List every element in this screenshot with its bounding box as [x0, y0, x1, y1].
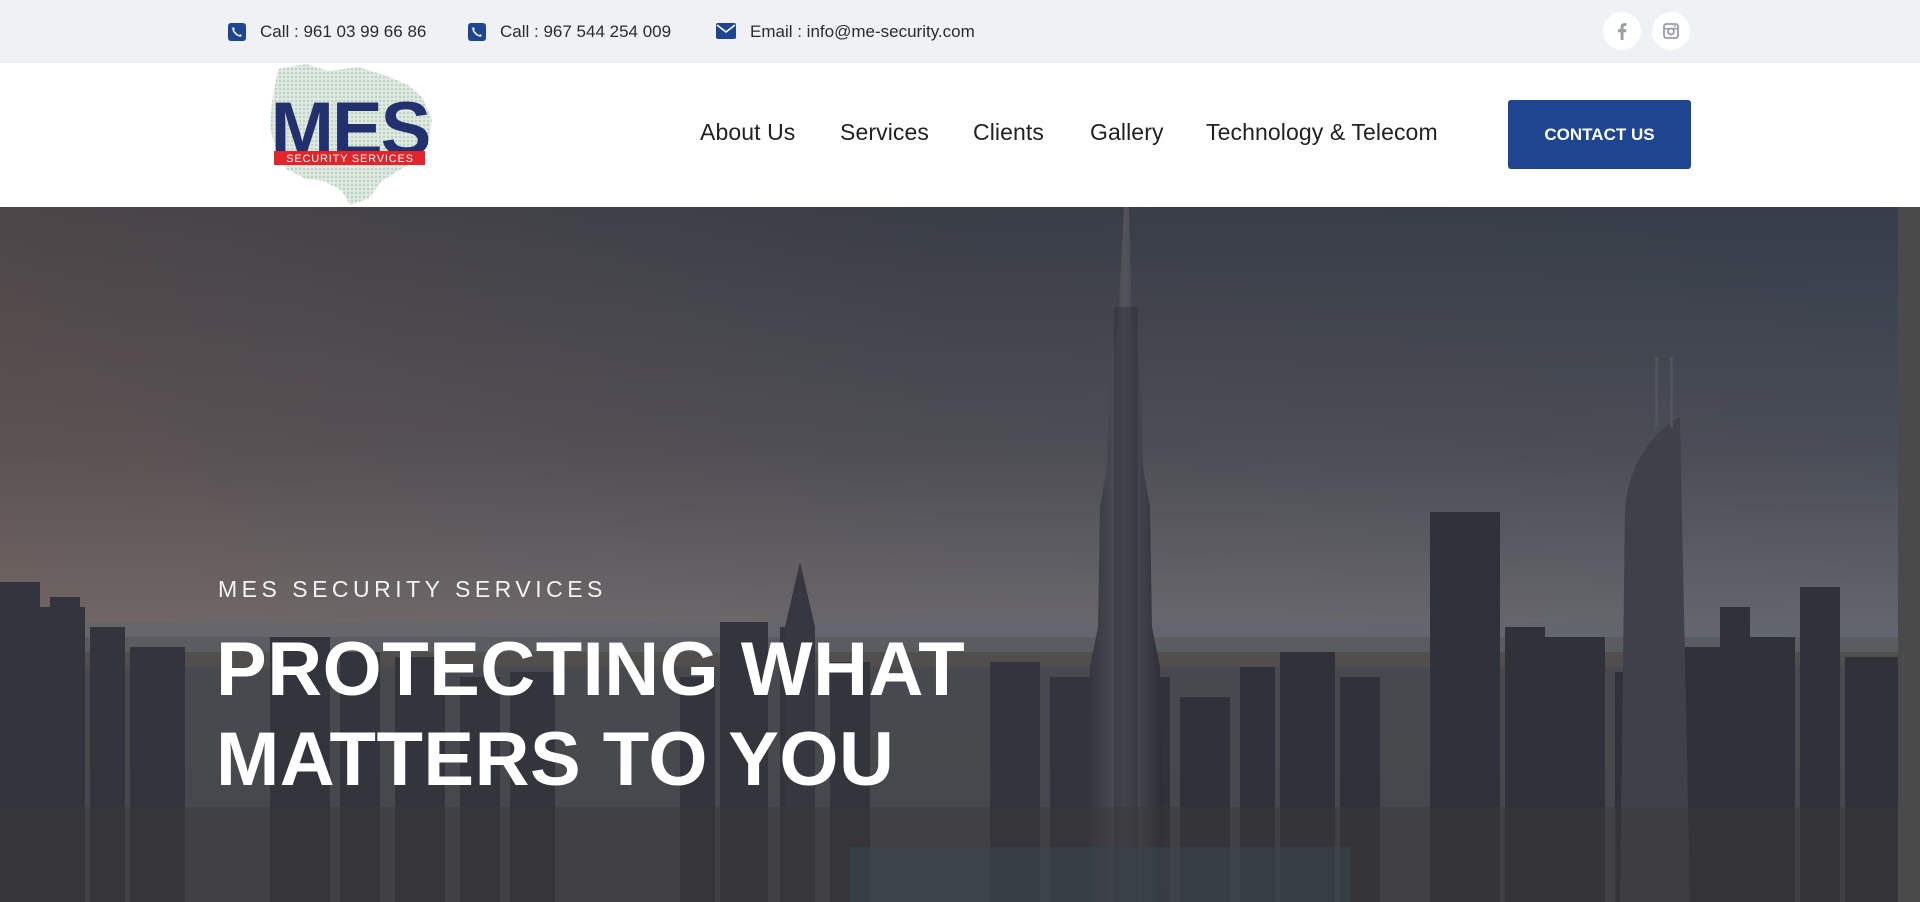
hero-headline-line-1: PROTECTING WHAT: [216, 627, 966, 712]
phone-icon: [228, 22, 246, 41]
phone-icon: [468, 22, 486, 41]
hero-eyebrow: MES SECURITY SERVICES: [218, 576, 607, 602]
phone-number-1: Call : 961 03 99 66 86: [260, 21, 427, 41]
phone-number-2: Call : 967 544 254 009: [500, 21, 672, 41]
hero-banner: MES SECURITY SERVICES PROTECTING WHAT MA…: [0, 207, 1898, 902]
envelope-icon: [716, 22, 736, 41]
hero-side-strip: [1898, 207, 1920, 902]
logo-tagline: SECURITY SERVICES: [286, 153, 414, 165]
nav-technology-telecom[interactable]: Technology & Telecom: [1206, 119, 1438, 146]
top-bar: Call : 961 03 99 66 86 Call : 967 544 25…: [0, 0, 1920, 63]
email-address: Email : info@me-security.com: [750, 21, 975, 41]
nav-clients[interactable]: Clients: [973, 119, 1044, 146]
nav-services[interactable]: Services: [840, 119, 929, 146]
facebook-icon[interactable]: [1603, 12, 1641, 50]
site-header: MES SECURITY SERVICES About Us Services …: [0, 63, 1920, 207]
hero-headline: PROTECTING WHAT MATTERS TO YOU: [216, 625, 965, 805]
nav-gallery[interactable]: Gallery: [1090, 119, 1164, 146]
contact-us-button[interactable]: CONTACT US: [1508, 100, 1691, 169]
phone-contact-1[interactable]: Call : 961 03 99 66 86: [228, 0, 426, 63]
mes-logo[interactable]: MES SECURITY SERVICES: [266, 63, 434, 206]
hero-headline-line-2: MATTERS TO YOU: [216, 717, 895, 802]
email-contact[interactable]: Email : info@me-security.com: [716, 0, 975, 63]
phone-contact-2[interactable]: Call : 967 544 254 009: [468, 0, 671, 63]
instagram-icon[interactable]: [1652, 12, 1690, 50]
nav-about-us[interactable]: About Us: [700, 119, 795, 146]
